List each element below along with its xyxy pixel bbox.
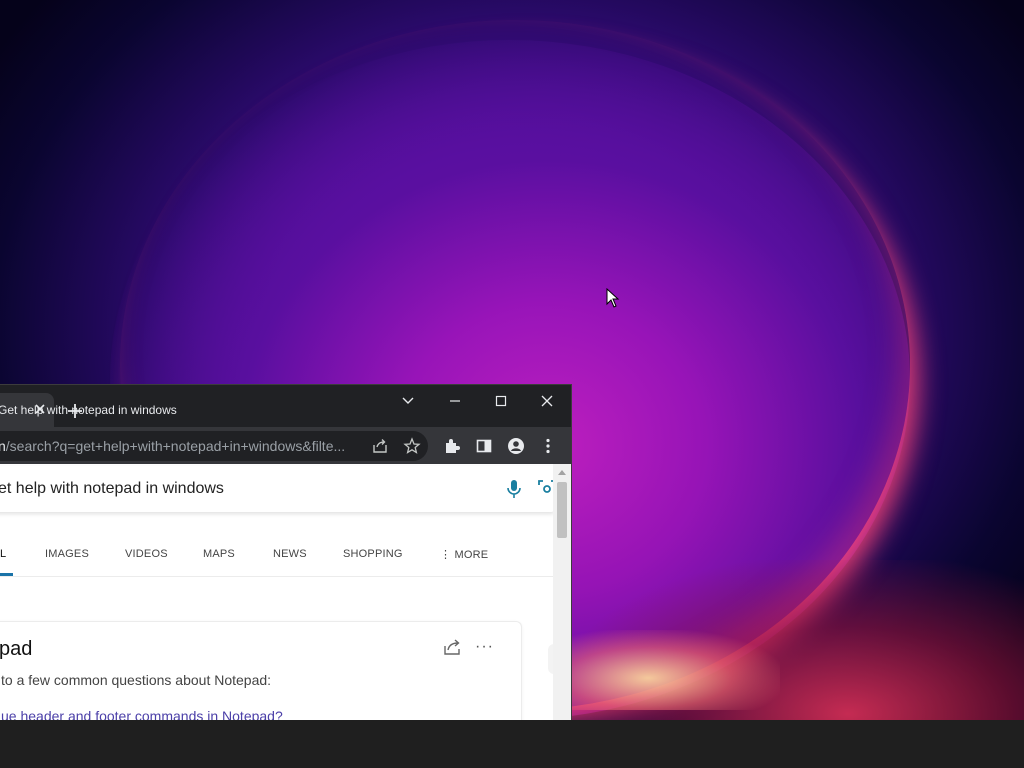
browser-tab[interactable]: Get help with notepad in windows [0, 393, 177, 427]
extensions-icon[interactable] [443, 437, 461, 455]
answer-card-title: pad [0, 638, 33, 660]
microphone-icon[interactable] [506, 479, 522, 499]
search-results-page: et help with notepad in windows L IMAGES… [0, 464, 571, 721]
page-scrollbar[interactable] [553, 464, 571, 721]
close-window-icon[interactable] [537, 393, 557, 409]
tab-shopping[interactable]: SHOPPING [343, 548, 403, 560]
answer-card-text: to a few common questions about Notepad: [1, 672, 272, 688]
tab-maps[interactable]: MAPS [203, 548, 235, 560]
bookmark-star-icon[interactable] [403, 437, 421, 455]
browser-menu-icon[interactable] [539, 437, 557, 455]
more-options-icon[interactable]: ··· [475, 638, 494, 656]
tab-images[interactable]: IMAGES [45, 548, 89, 560]
side-panel-icon[interactable] [475, 437, 493, 455]
tab-more[interactable]: ⋮ MORE [440, 548, 488, 561]
close-tab-icon[interactable] [32, 401, 48, 417]
taskbar [0, 720, 1024, 768]
mouse-cursor-icon [606, 288, 620, 308]
tab-title: Get help with notepad in windows [0, 403, 177, 417]
scroll-thumb[interactable] [557, 482, 567, 538]
tab-news[interactable]: NEWS [273, 548, 307, 560]
tab-all[interactable]: L [0, 548, 6, 560]
new-tab-icon[interactable] [66, 402, 84, 420]
search-box[interactable]: et help with notepad in windows [0, 466, 556, 512]
active-tab-indicator [0, 573, 13, 576]
share-icon[interactable] [371, 437, 389, 455]
tab-search-chevron-icon[interactable] [398, 393, 418, 409]
url-path: /search?q=get+help+with+notepad+in+windo… [5, 438, 346, 454]
address-url[interactable]: n/search?q=get+help+with+notepad+in+wind… [0, 438, 360, 454]
scroll-up-icon[interactable] [557, 468, 567, 476]
address-bar[interactable]: n/search?q=get+help+with+notepad+in+wind… [0, 431, 428, 461]
search-query[interactable]: et help with notepad in windows [0, 480, 224, 498]
tab-strip: Get help with notepad in windows [0, 385, 571, 427]
profile-icon[interactable] [507, 437, 525, 455]
answer-card: pad ··· to a few common questions about … [0, 621, 522, 721]
wallpaper-highlight [560, 630, 780, 710]
share-icon[interactable] [443, 638, 463, 656]
tab-videos[interactable]: VIDEOS [125, 548, 168, 560]
browser-toolbar: n/search?q=get+help+with+notepad+in+wind… [0, 427, 571, 464]
browser-window: Get help with notepad in windows n/searc… [0, 384, 572, 721]
minimize-icon[interactable] [445, 393, 465, 409]
maximize-icon[interactable] [491, 393, 511, 409]
search-nav-tabs: L IMAGES VIDEOS MAPS NEWS SHOPPING ⋮ MOR… [0, 526, 553, 577]
